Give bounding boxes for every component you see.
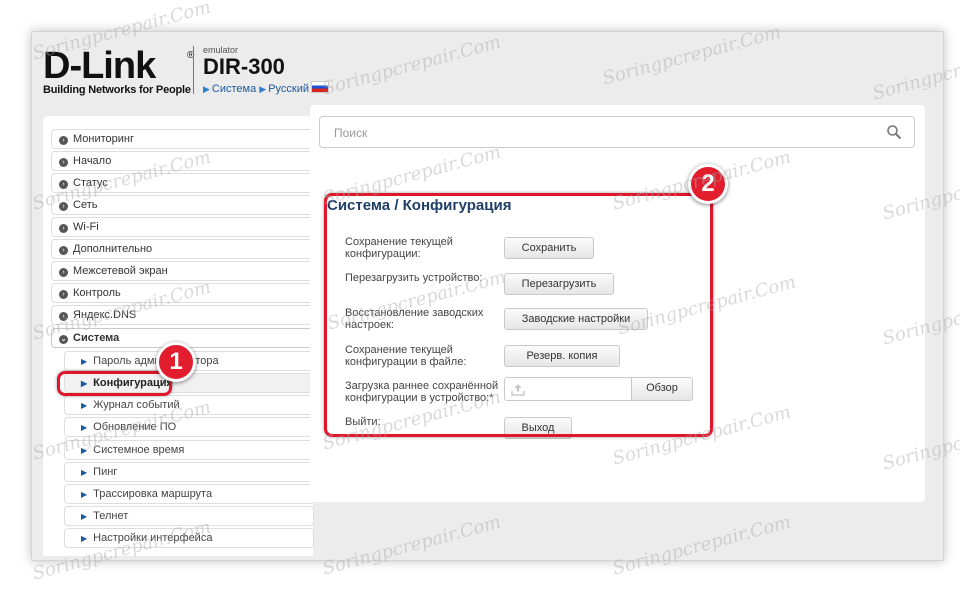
sidebar-subitem-label: Пинг xyxy=(93,466,118,478)
collapse-icon: ⌄ xyxy=(59,335,68,344)
sidebar-subitem-system-time[interactable]: ▶ Системное время xyxy=(64,440,314,460)
logo-tagline: Building Networks for People xyxy=(43,84,191,96)
sidebar-subitem-telnet[interactable]: ▶ Телнет xyxy=(64,506,314,526)
sidebar-subitem-label: Трассировка маршрута xyxy=(93,488,213,500)
crumb-arrow-icon: ▶ xyxy=(259,84,267,94)
sidebar-item-label: Мониторинг xyxy=(73,133,135,145)
sidebar-subitem-interface-settings[interactable]: ▶ Настройки интерфейса xyxy=(64,528,314,548)
logo-text: D-Link xyxy=(43,45,156,87)
sidebar-item-label: Сеть xyxy=(73,199,98,211)
sidebar-item-label: Статус xyxy=(73,177,108,189)
expand-icon: › xyxy=(59,312,68,321)
highlight-config-panel xyxy=(324,193,713,437)
sidebar-item-label: Wi-Fi xyxy=(73,221,99,233)
sidebar-subitem-label: Системное время xyxy=(93,444,185,456)
sidebar-subitem-firmware-update[interactable]: ▶ Обновление ПО xyxy=(64,417,314,437)
sidebar-item-label: Контроль xyxy=(73,287,121,299)
caret-right-icon: ▶ xyxy=(81,512,88,521)
sidebar-item-monitoring[interactable]: › Мониторинг xyxy=(51,129,314,149)
sidebar-subitem-traceroute[interactable]: ▶ Трассировка маршрута xyxy=(64,484,314,504)
expand-icon: › xyxy=(59,290,68,299)
expand-icon: › xyxy=(59,224,68,233)
sidebar-item-label: Система xyxy=(73,332,120,344)
expand-icon: › xyxy=(59,136,68,145)
expand-icon: › xyxy=(59,180,68,189)
caret-right-icon: ▶ xyxy=(81,534,88,543)
sidebar-subitem-event-log[interactable]: ▶ Журнал событий xyxy=(64,395,314,415)
crumb-system-link[interactable]: Система xyxy=(212,83,256,95)
sidebar-subitem-label: Журнал событий xyxy=(93,399,180,411)
sidebar-item-label: Дополнительно xyxy=(73,243,153,255)
caret-right-icon: ▶ xyxy=(81,423,88,432)
caret-right-icon: ▶ xyxy=(81,401,88,410)
sidebar-item-yandex-dns[interactable]: › Яндекс.DNS xyxy=(51,305,314,325)
model-name: DIR-300 xyxy=(203,54,285,79)
russian-flag-icon[interactable] xyxy=(311,81,330,93)
model-block: emulator DIR-300 ▶ Система ▶ Русский xyxy=(203,45,330,95)
sidebar-item-status[interactable]: › Статус xyxy=(51,173,314,193)
expand-icon: › xyxy=(59,202,68,211)
header-divider xyxy=(193,46,194,94)
search-bar xyxy=(319,116,915,148)
header-breadcrumb: ▶ Система ▶ Русский xyxy=(203,81,330,95)
sidebar-menu: › Мониторинг › Начало › Статус › Сеть › Wi-Fi… xyxy=(43,116,314,556)
caret-right-icon: ▶ xyxy=(81,490,88,499)
highlight-configuration-item xyxy=(57,371,172,396)
sidebar-item-wifi[interactable]: › Wi-Fi xyxy=(51,217,314,237)
sidebar-subitem-label: Настройки интерфейса xyxy=(93,532,213,544)
crumb-arrow-icon: ▶ xyxy=(203,84,210,94)
sidebar-item-network[interactable]: › Сеть xyxy=(51,195,314,215)
sidebar-item-label: Яндекс.DNS xyxy=(73,309,137,321)
sidebar-subitem-label: Обновление ПО xyxy=(93,421,177,433)
sidebar-subitem-ping[interactable]: ▶ Пинг xyxy=(64,462,314,482)
caret-right-icon: ▶ xyxy=(81,468,88,477)
sidebar-item-label: Межсетевой экран xyxy=(73,265,168,277)
expand-icon: › xyxy=(59,158,68,167)
expand-icon: › xyxy=(59,246,68,255)
step-badge-1: 1 xyxy=(156,342,196,382)
header: D-Link ® Building Networks for People em… xyxy=(32,32,943,104)
sidebar-item-firewall[interactable]: › Межсетевой экран xyxy=(51,261,314,281)
caret-right-icon: ▶ xyxy=(81,357,88,366)
dlink-logo: D-Link ® Building Networks for People xyxy=(43,45,194,96)
search-input[interactable] xyxy=(332,123,856,143)
step-badge-2: 2 xyxy=(688,164,728,204)
search-icon[interactable] xyxy=(886,124,902,140)
expand-icon: › xyxy=(59,268,68,277)
sidebar-item-start[interactable]: › Начало xyxy=(51,151,314,171)
sidebar-item-control[interactable]: › Контроль xyxy=(51,283,314,303)
sidebar-item-label: Начало xyxy=(73,155,112,167)
language-link[interactable]: Русский xyxy=(268,83,309,95)
sidebar-item-advanced[interactable]: › Дополнительно xyxy=(51,239,314,259)
caret-right-icon: ▶ xyxy=(81,446,88,455)
sidebar-subitem-label: Телнет xyxy=(93,510,129,522)
